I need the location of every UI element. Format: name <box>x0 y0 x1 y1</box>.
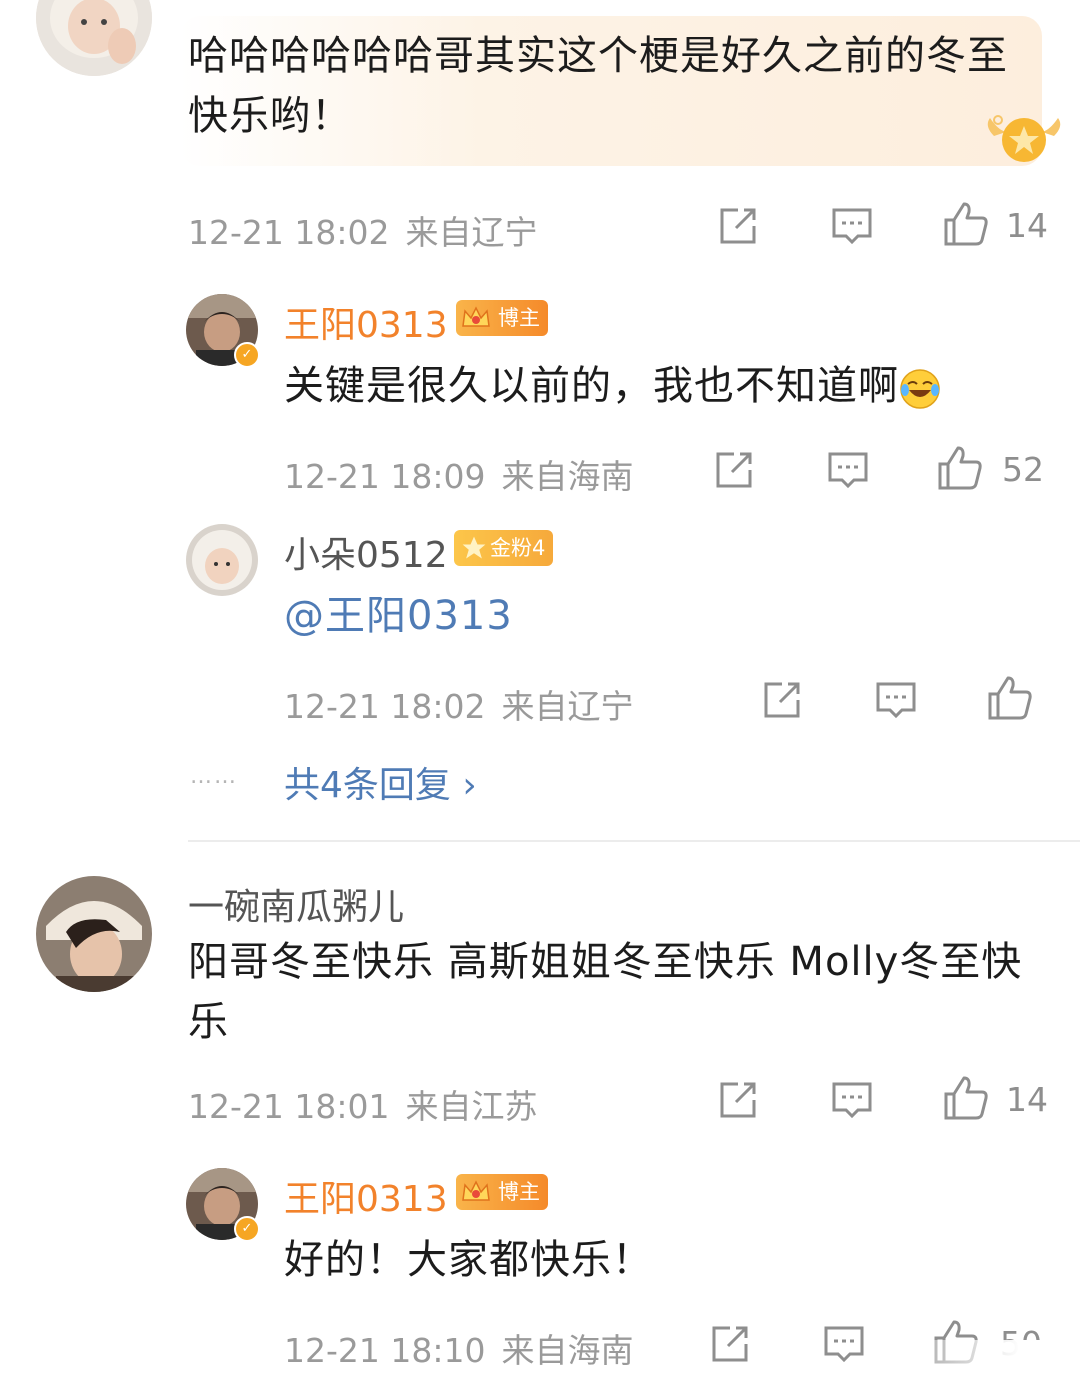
fan-badge: 金粉4 <box>454 530 554 566</box>
badge-label: 博主 <box>498 1180 540 1204</box>
laugh-cry-emoji <box>899 367 941 409</box>
comment-icon[interactable] <box>826 448 870 492</box>
comment-divider <box>188 840 1080 842</box>
username[interactable]: 小朵0512 <box>284 526 448 578</box>
share-icon[interactable] <box>760 678 804 722</box>
reply-text: 好的！大家都快乐！ <box>284 1237 653 1283</box>
bottom-fade <box>880 1340 1080 1393</box>
username[interactable]: 王阳0313 <box>284 1170 448 1222</box>
comment-location: 来自江苏 <box>405 1087 538 1126</box>
comment-date: 12-21 18:02 <box>188 213 390 252</box>
reply-location: 来自海南 <box>501 1331 634 1370</box>
crown-icon <box>462 536 486 559</box>
username[interactable]: 一碗南瓜粥儿 <box>188 878 404 930</box>
share-icon[interactable] <box>708 1322 752 1366</box>
reply-meta: 12-21 18:10 来自海南 <box>284 1324 633 1372</box>
like-count: 52 <box>1002 450 1044 489</box>
avatar-fan[interactable] <box>186 524 258 596</box>
username[interactable]: 王阳0313 <box>284 296 448 348</box>
reply-text-content: 关键是很久以前的，我也不知道啊 <box>284 363 899 409</box>
crown-icon <box>462 1180 490 1201</box>
share-icon[interactable] <box>716 204 760 248</box>
like-icon[interactable] <box>942 200 990 248</box>
verified-icon: ✓ <box>234 1216 260 1242</box>
comment-location: 来自辽宁 <box>405 213 538 252</box>
blogger-badge: 博主 <box>456 300 548 336</box>
reply-location: 来自辽宁 <box>501 687 634 726</box>
avatar-commenter-1[interactable] <box>36 0 152 76</box>
share-icon[interactable] <box>716 1078 760 1122</box>
mention-link[interactable]: @王阳0313 <box>284 586 513 646</box>
reply-date: 12-21 18:02 <box>284 687 486 726</box>
reply-date: 12-21 18:09 <box>284 457 486 496</box>
reply-location: 来自海南 <box>501 457 634 496</box>
comment-icon[interactable] <box>822 1322 866 1366</box>
like-count: 14 <box>1006 1080 1048 1119</box>
reply-date: 12-21 18:10 <box>284 1331 486 1370</box>
badge-label: 金粉4 <box>490 536 546 560</box>
verified-icon: ✓ <box>234 342 260 368</box>
comment-icon[interactable] <box>830 204 874 248</box>
reply-meta: 12-21 18:02 来自辽宁 <box>284 680 633 728</box>
comment-meta: 12-21 18:01 来自江苏 <box>188 1080 537 1128</box>
reply-text: 关键是很久以前的，我也不知道啊 <box>284 356 1044 416</box>
reply-meta: 12-21 18:09 来自海南 <box>284 450 633 498</box>
more-replies-link[interactable]: 共4条回复 › <box>284 756 477 808</box>
comment-text: 哈哈哈哈哈哈哥其实这个梗是好久之前的冬至快乐哟！ <box>188 33 1008 139</box>
share-icon[interactable] <box>712 448 756 492</box>
crown-icon <box>462 306 490 327</box>
comment-date: 12-21 18:01 <box>188 1087 390 1126</box>
more-replies-dots: …… <box>190 764 238 789</box>
like-icon[interactable] <box>942 1074 990 1122</box>
blogger-badge: 博主 <box>456 1174 548 1210</box>
comment-icon[interactable] <box>874 678 918 722</box>
like-icon[interactable] <box>986 674 1034 722</box>
avatar-commenter-2[interactable] <box>36 876 152 992</box>
badge-label: 博主 <box>498 306 540 330</box>
like-count: 14 <box>1006 206 1048 245</box>
like-icon[interactable] <box>936 444 984 492</box>
comment-icon[interactable] <box>830 1078 874 1122</box>
comment-meta: 12-21 18:02 来自辽宁 <box>188 206 537 254</box>
comment-text: 阳哥冬至快乐 高斯姐姐冬至快乐 Molly冬至快乐 <box>188 939 1023 1045</box>
